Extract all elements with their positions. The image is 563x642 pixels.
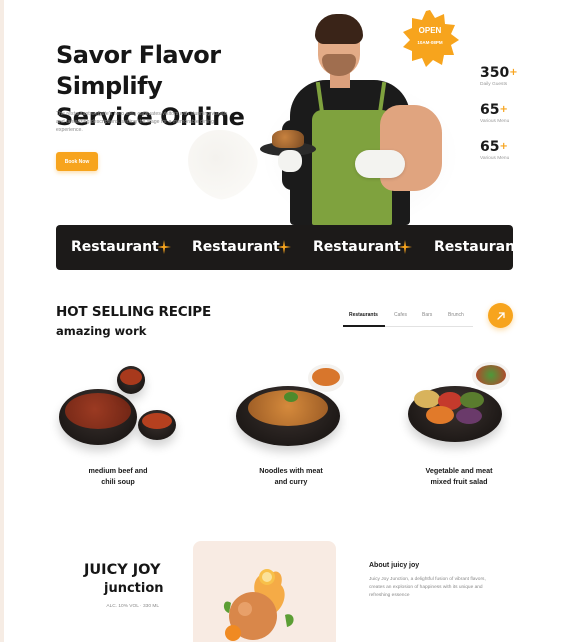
arrow-up-right-icon <box>496 311 505 320</box>
stat-value: 65+ <box>480 102 508 118</box>
about-title: About juicy joy <box>369 562 420 569</box>
open-hours-badge: OPEN 10AM-08PM <box>400 8 460 68</box>
stats-list: 350+ Daily Guests 65+ Various Menu 65+ V… <box>480 64 540 175</box>
view-more-button[interactable] <box>488 303 513 328</box>
stat-various-menu-2: 65+ Various Menu <box>480 138 540 175</box>
dish-card-vegetable-salad[interactable] <box>400 362 530 462</box>
juice-image-card <box>193 541 336 642</box>
stat-value: 350+ <box>480 65 518 81</box>
tab-brunch[interactable]: Brunch <box>448 312 464 318</box>
stat-value: 65+ <box>480 139 508 155</box>
juicy-title: JUICY JOY <box>84 562 161 578</box>
section-subtitle: amazing work <box>56 324 147 338</box>
page-edge <box>0 0 4 642</box>
open-hours: 10AM-08PM <box>417 40 443 45</box>
about-text: Juicy Joy Junction, a delightful fusion … <box>369 577 486 598</box>
sparkle-icon <box>157 240 171 254</box>
hero-description: The restaurant website's hero area capti… <box>56 111 228 133</box>
banner-word: Restaurant <box>313 239 401 255</box>
category-tabs: Restaurants Cafes Bars Brunch <box>343 309 473 327</box>
open-label: OPEN <box>418 26 442 35</box>
banner-word: Restaurant <box>434 239 522 255</box>
active-tab-indicator <box>343 325 385 327</box>
starburst-icon <box>403 10 459 67</box>
stat-various-menu: 65+ Various Menu <box>480 101 540 138</box>
sparkle-icon <box>398 240 412 254</box>
banner-word: Restaurant <box>192 239 280 255</box>
tab-bars[interactable]: Bars <box>422 312 432 318</box>
dish-name: Noodles with meat and curry <box>259 466 323 486</box>
sparkle-icon <box>277 240 291 254</box>
dish-card-beef-chili[interactable] <box>56 362 186 462</box>
banner-word: Restaurant <box>71 239 159 255</box>
tab-cafes[interactable]: Cafes <box>394 312 407 318</box>
stat-label: Daily Guests <box>480 82 508 87</box>
dish-name: medium beef and chili soup <box>88 466 148 486</box>
restaurant-banner: Restaurant Restaurant Restaurant Restaur… <box>56 225 522 270</box>
dish-card-noodles-curry[interactable] <box>228 362 358 462</box>
juicy-meta: ALC. 10% VOL · 330 ML <box>106 604 159 609</box>
stat-daily-guests: 350+ Daily Guests <box>480 64 540 101</box>
juice-splash-image <box>223 569 294 641</box>
stat-label: Various Menu <box>480 156 510 161</box>
section-title: HOT SELLING RECIPE <box>56 304 211 320</box>
dish-name: Vegetable and meat mixed fruit salad <box>425 466 493 486</box>
book-now-button[interactable]: Book Now <box>56 152 98 171</box>
tab-restaurants[interactable]: Restaurants <box>349 312 378 318</box>
stat-label: Various Menu <box>480 119 510 124</box>
juicy-subtitle: junction <box>104 581 164 596</box>
